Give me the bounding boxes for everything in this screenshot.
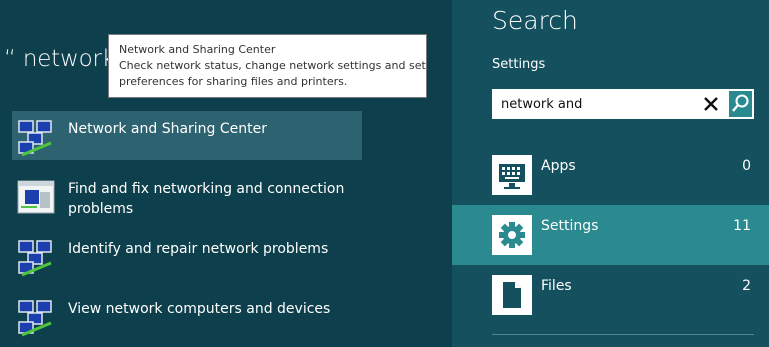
category-count: 11 — [733, 218, 751, 234]
search-title: Search — [492, 6, 578, 35]
result-label: Find and fix networking and connection p… — [68, 181, 345, 217]
tooltip-line: Check network status, change network set… — [119, 59, 426, 72]
category-label: Apps — [541, 158, 576, 174]
search-pane: Search Settings network and Apps 0 Setti… — [452, 0, 769, 347]
clear-icon[interactable] — [699, 92, 723, 116]
tooltip-title: Network and Sharing Center — [119, 43, 276, 56]
gear-icon — [492, 215, 532, 255]
troubleshoot-window-icon — [17, 179, 55, 217]
network-monitors-icon — [17, 299, 55, 337]
result-network-sharing-center[interactable]: Network and Sharing Center — [12, 111, 362, 160]
category-count: 0 — [742, 158, 751, 174]
results-pane: “ network Network and Sharing Center Fin… — [0, 0, 452, 347]
network-monitors-icon — [17, 239, 55, 277]
keyboard-monitor-icon — [492, 155, 532, 195]
result-view-network-computers[interactable]: View network computers and devices — [12, 291, 362, 340]
file-icon — [492, 275, 532, 315]
category-label: Settings — [541, 218, 599, 234]
network-monitors-icon — [17, 119, 55, 157]
category-files[interactable]: Files 2 — [452, 265, 769, 325]
result-identify-repair[interactable]: Identify and repair network problems — [12, 231, 362, 280]
tooltip: Network and Sharing Center Check network… — [108, 34, 427, 98]
category-apps[interactable]: Apps 0 — [452, 145, 769, 205]
divider — [492, 334, 754, 335]
result-label: Network and Sharing Center — [68, 121, 268, 137]
category-label: Files — [541, 278, 572, 294]
result-label: Identify and repair network problems — [68, 241, 329, 257]
search-scope-label: Settings — [492, 57, 546, 72]
category-count: 2 — [742, 278, 751, 294]
search-box — [492, 89, 754, 119]
result-label: View network computers and devices — [68, 301, 331, 317]
search-input[interactable] — [492, 89, 692, 119]
search-icon[interactable] — [727, 89, 754, 119]
result-find-fix-networking[interactable]: Find and fix networking and connection p… — [12, 171, 362, 220]
category-settings[interactable]: Settings 11 — [452, 205, 769, 265]
query-heading: “ network — [4, 46, 115, 72]
tooltip-line: preferences for sharing files and printe… — [119, 75, 348, 88]
